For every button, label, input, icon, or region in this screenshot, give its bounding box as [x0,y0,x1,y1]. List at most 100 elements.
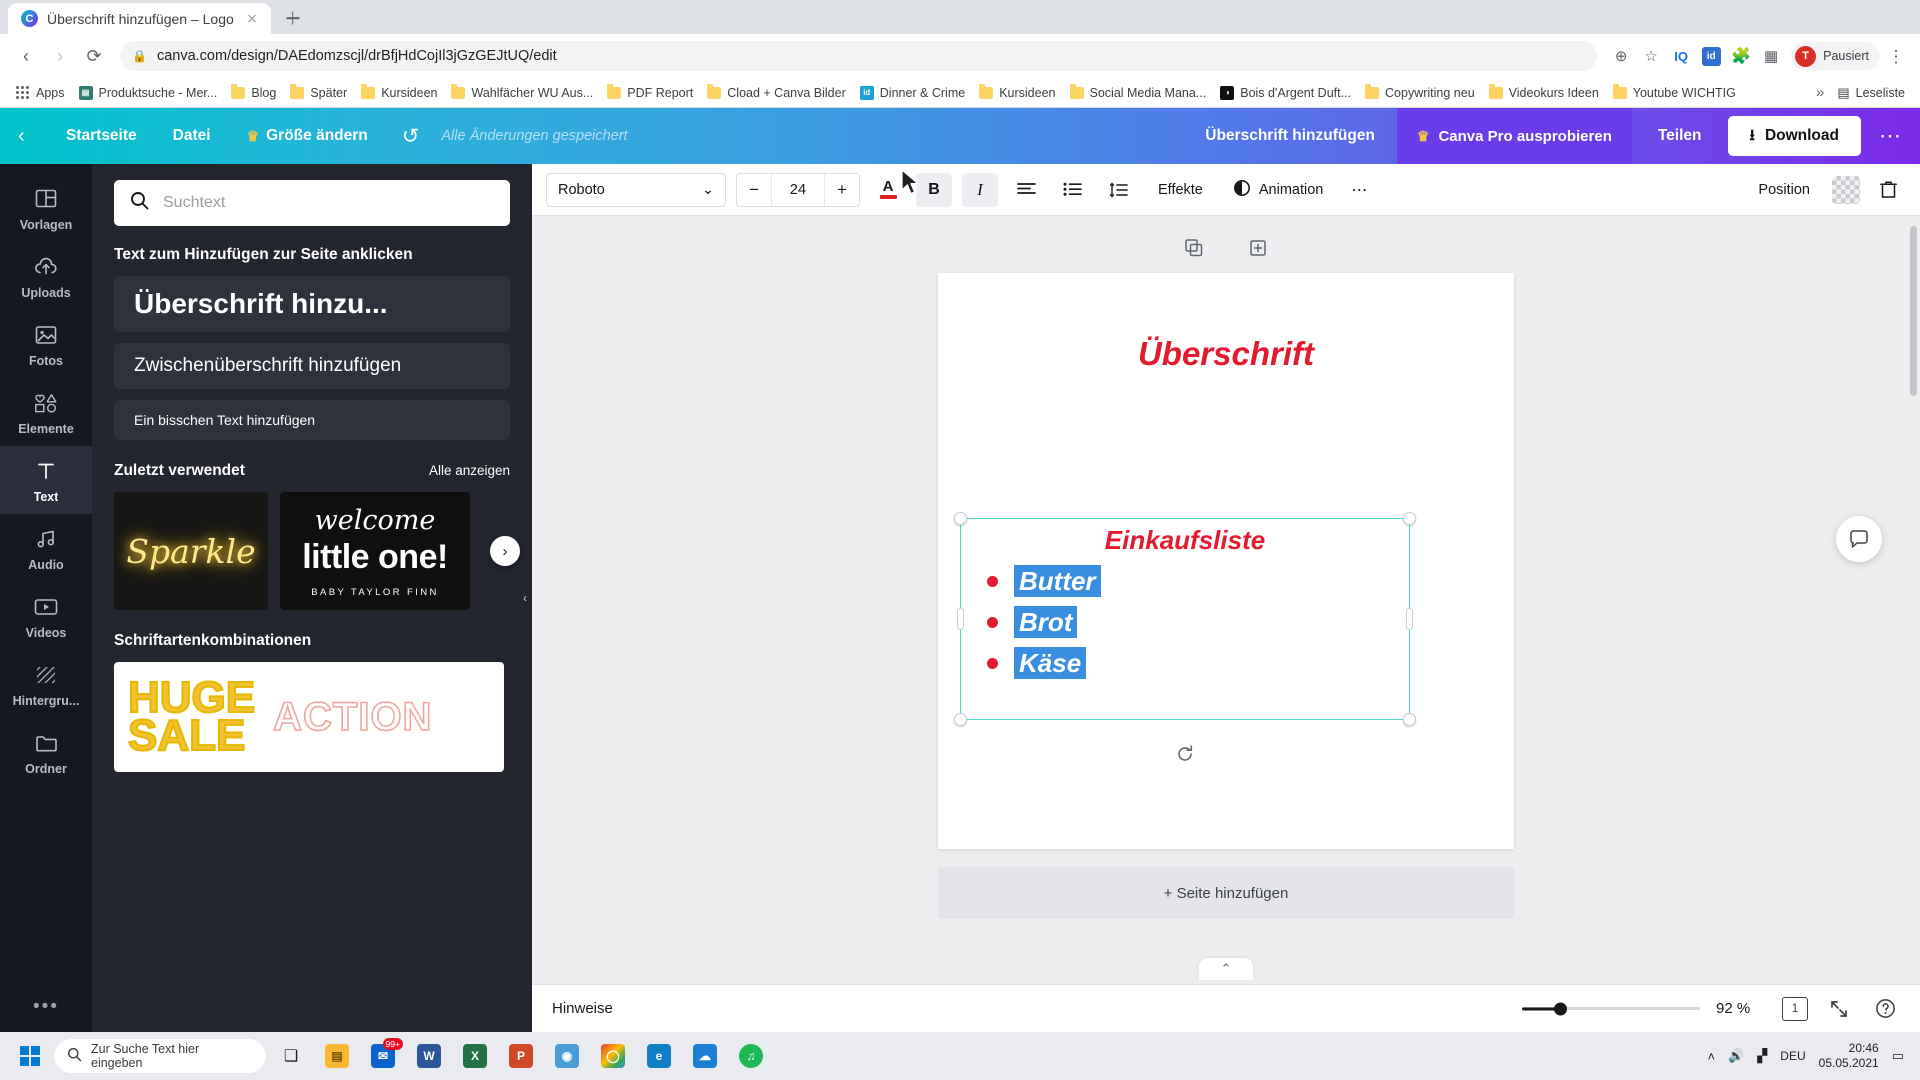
bookmark-item[interactable]: PDF Report [600,83,700,103]
recent-thumb-welcome[interactable]: welcome little one! BABY TAYLOR FINN [280,492,470,610]
bookmark-item[interactable]: Youtube WICHTIG [1606,83,1743,103]
bookmark-item[interactable]: Später [283,83,354,103]
italic-button[interactable]: I [962,172,998,207]
puzzle-extension-icon[interactable]: 🧩 [1727,42,1755,70]
trash-icon[interactable] [1870,173,1906,207]
font-size-decrease[interactable]: − [737,174,771,206]
bullet-list-icon[interactable] [1054,173,1090,207]
line-spacing-icon[interactable] [1100,173,1136,207]
bookmark-apps[interactable]: Apps [8,82,72,103]
back-icon[interactable]: ‹ [10,40,42,72]
transparency-icon[interactable] [1832,175,1860,204]
search-box[interactable] [114,180,510,226]
canvas-heading-text[interactable]: Überschrift [938,335,1514,373]
sidebar-item-hintergrund[interactable]: Hintergru... [0,650,92,718]
align-left-icon[interactable] [1008,173,1044,207]
position-button[interactable]: Position [1746,173,1822,207]
windows-start-icon[interactable] [10,1036,50,1076]
id-extension-icon[interactable]: id [1697,42,1725,70]
undo-icon[interactable]: ↺ [386,108,436,164]
taskbar-excel[interactable]: X [454,1036,496,1076]
add-bodytext-chip[interactable]: Ein bisschen Text hinzufügen [114,400,510,440]
taskbar-chrome[interactable]: ◯ [592,1036,634,1076]
sidebar-item-elemente[interactable]: Elemente [0,378,92,446]
zoom-knob[interactable] [1554,1002,1567,1015]
network-icon[interactable]: ▞ [1757,1048,1767,1064]
language-indicator[interactable]: DEU [1780,1049,1805,1063]
design-title[interactable]: Überschrift hinzufügen [1183,127,1397,145]
taskbar-spotify[interactable]: ♫ [730,1036,772,1076]
add-heading-chip[interactable]: Überschrift hinzu... [114,276,510,332]
more-options-icon[interactable]: ⋯ [1869,123,1920,149]
taskbar-search-box[interactable]: Zur Suche Text hier eingeben [54,1039,266,1073]
taskbar-onedrive[interactable]: ☁ [684,1036,726,1076]
selected-text-box[interactable]: Einkaufsliste Butter Brot Käse [954,512,1416,761]
sidebar-item-videos[interactable]: Videos [0,582,92,650]
bookmark-item[interactable]: Kursideen [354,83,444,103]
taskbar-media-player[interactable]: ◉ [546,1036,588,1076]
font-size-value[interactable]: 24 [771,173,825,206]
chevron-left-icon[interactable]: ‹ [18,125,48,148]
notifications-icon[interactable]: ▭ [1892,1048,1904,1064]
zoom-icon[interactable]: ⊕ [1607,42,1635,70]
collapse-panel-icon[interactable]: ‹ [517,569,532,627]
close-icon[interactable] [243,10,261,28]
recent-show-all-link[interactable]: Alle anzeigen [429,463,510,478]
sidebar-item-text[interactable]: Text [0,446,92,514]
bookmark-item[interactable]: Blog [224,83,283,103]
font-size-increase[interactable]: + [825,174,859,206]
reload-icon[interactable]: ⟳ [78,40,110,72]
recent-thumb-sparkle[interactable]: Sparkle [114,492,268,610]
new-tab-button[interactable] [279,4,307,32]
share-button[interactable]: Teilen [1632,127,1728,145]
taskbar-clock[interactable]: 20:46 05.05.2021 [1819,1041,1879,1071]
file-menu-button[interactable]: Datei [155,108,229,164]
star-icon[interactable]: ☆ [1637,42,1665,70]
add-subheading-chip[interactable]: Zwischenüberschrift hinzufügen [114,343,510,389]
fontcombo-thumb[interactable]: HUGE SALE ACTION [114,662,504,772]
taskbar-edge[interactable]: e [638,1036,680,1076]
address-bar[interactable]: 🔒 canva.com/design/DAEdomzscjl/drBfjHdCo… [120,41,1598,71]
sidebar-item-uploads[interactable]: Uploads [0,242,92,310]
home-button[interactable]: Startseite [48,108,155,164]
taskbar-powerpoint[interactable]: P [500,1036,542,1076]
list-item[interactable]: Brot [987,606,1101,639]
bookmark-item[interactable]: ▤ Produktsuche - Mer... [72,83,225,103]
taskbar-word[interactable]: W [408,1036,450,1076]
bookmark-item[interactable]: Kursideen [972,83,1062,103]
help-icon[interactable] [1870,994,1900,1024]
resize-handle-left[interactable] [957,608,964,630]
search-input[interactable] [163,194,494,212]
extension-icon[interactable]: ▦ [1757,42,1785,70]
resize-handle-right[interactable] [1406,608,1413,630]
profile-button[interactable]: T Pausiert [1791,42,1880,70]
reading-list-button[interactable]: ▤ Leseliste [1830,82,1912,104]
font-family-select[interactable]: Roboto ⌄ [546,172,726,207]
zoom-slider[interactable] [1522,999,1700,1019]
chevron-right-icon[interactable]: › [490,536,520,566]
resize-button[interactable]: ♛ Größe ändern [229,108,386,164]
sidebar-item-audio[interactable]: Audio [0,514,92,582]
add-page-button[interactable]: + Seite hinzufügen [938,867,1514,919]
design-canvas-page[interactable]: Überschrift Einkaufsliste Butter Brot Kä… [938,273,1514,849]
expand-icon[interactable] [1824,994,1854,1024]
bookmarks-overflow-icon[interactable]: » [1810,82,1830,103]
list-item[interactable]: Butter [987,565,1101,598]
chevron-up-icon[interactable]: ⌃ [1199,958,1253,980]
resize-handle-top-right[interactable] [1403,512,1416,525]
tray-chevron-icon[interactable]: ˄ [1708,1049,1716,1064]
resize-handle-bottom-left[interactable] [954,713,967,726]
bookmark-item[interactable]: Wahlfächer WU Aus... [444,83,600,103]
comment-icon[interactable] [1836,516,1882,562]
rotate-icon[interactable] [1172,741,1198,767]
sidebar-item-fotos[interactable]: Fotos [0,310,92,378]
taskbar-file-explorer[interactable]: ▤ [316,1036,358,1076]
page-number-badge[interactable]: 1 [1782,996,1808,1021]
resize-handle-top-left[interactable] [954,512,967,525]
bookmark-item[interactable]: Cload + Canva Bilder [700,83,852,103]
resize-handle-bottom-right[interactable] [1403,713,1416,726]
add-page-icon[interactable] [1248,238,1268,263]
bookmark-item[interactable]: ◑ Bois d'Argent Duft... [1213,83,1358,103]
browser-tab[interactable]: C Überschrift hinzufügen – Logo [8,3,271,34]
text-color-icon[interactable]: A [870,173,906,207]
